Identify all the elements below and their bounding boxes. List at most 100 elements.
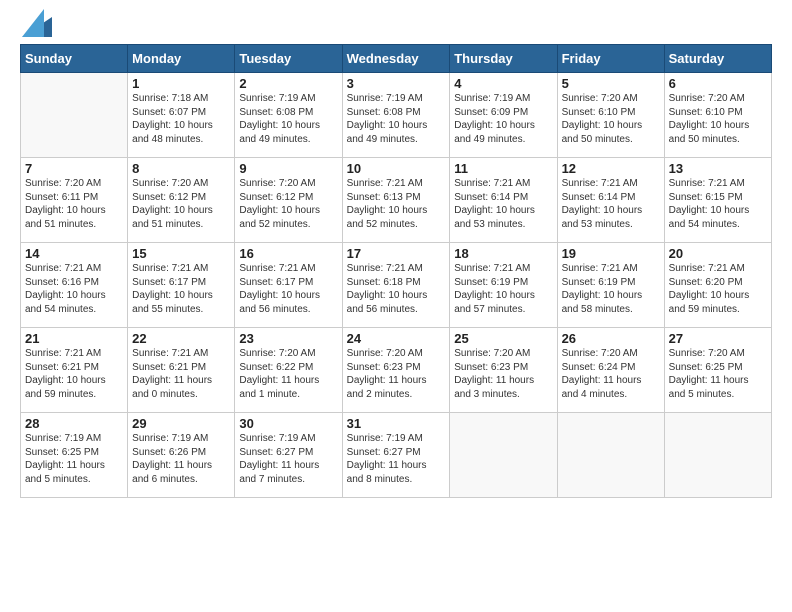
day-number: 30 [239,416,337,431]
calendar-day-13: 13Sunrise: 7:21 AM Sunset: 6:15 PM Dayli… [664,158,771,243]
day-number: 13 [669,161,767,176]
day-info: Sunrise: 7:20 AM Sunset: 6:22 PM Dayligh… [239,347,337,401]
day-number: 9 [239,161,337,176]
calendar-day-29: 29Sunrise: 7:19 AM Sunset: 6:26 PM Dayli… [128,413,235,498]
day-info: Sunrise: 7:21 AM Sunset: 6:19 PM Dayligh… [562,262,660,316]
calendar-header-saturday: Saturday [664,45,771,73]
calendar-day-19: 19Sunrise: 7:21 AM Sunset: 6:19 PM Dayli… [557,243,664,328]
calendar-day-17: 17Sunrise: 7:21 AM Sunset: 6:18 PM Dayli… [342,243,450,328]
calendar-day-9: 9Sunrise: 7:20 AM Sunset: 6:12 PM Daylig… [235,158,342,243]
calendar-day-6: 6Sunrise: 7:20 AM Sunset: 6:10 PM Daylig… [664,73,771,158]
calendar-header-wednesday: Wednesday [342,45,450,73]
day-info: Sunrise: 7:21 AM Sunset: 6:17 PM Dayligh… [132,262,230,316]
calendar-day-31: 31Sunrise: 7:19 AM Sunset: 6:27 PM Dayli… [342,413,450,498]
calendar-week-2: 7Sunrise: 7:20 AM Sunset: 6:11 PM Daylig… [21,158,772,243]
calendar-header-friday: Friday [557,45,664,73]
logo-icon [22,9,52,37]
day-number: 3 [347,76,446,91]
calendar-day-12: 12Sunrise: 7:21 AM Sunset: 6:14 PM Dayli… [557,158,664,243]
calendar-day-14: 14Sunrise: 7:21 AM Sunset: 6:16 PM Dayli… [21,243,128,328]
calendar-day-empty [557,413,664,498]
calendar-day-18: 18Sunrise: 7:21 AM Sunset: 6:19 PM Dayli… [450,243,557,328]
header [20,16,772,38]
calendar-header-thursday: Thursday [450,45,557,73]
day-number: 15 [132,246,230,261]
day-info: Sunrise: 7:21 AM Sunset: 6:20 PM Dayligh… [669,262,767,316]
calendar-header-row: SundayMondayTuesdayWednesdayThursdayFrid… [21,45,772,73]
calendar-day-5: 5Sunrise: 7:20 AM Sunset: 6:10 PM Daylig… [557,73,664,158]
day-info: Sunrise: 7:20 AM Sunset: 6:12 PM Dayligh… [239,177,337,231]
day-info: Sunrise: 7:19 AM Sunset: 6:08 PM Dayligh… [239,92,337,146]
calendar-header-monday: Monday [128,45,235,73]
day-number: 25 [454,331,552,346]
day-info: Sunrise: 7:19 AM Sunset: 6:27 PM Dayligh… [347,432,446,486]
day-info: Sunrise: 7:21 AM Sunset: 6:17 PM Dayligh… [239,262,337,316]
day-info: Sunrise: 7:19 AM Sunset: 6:27 PM Dayligh… [239,432,337,486]
day-number: 26 [562,331,660,346]
calendar-day-1: 1Sunrise: 7:18 AM Sunset: 6:07 PM Daylig… [128,73,235,158]
day-number: 14 [25,246,123,261]
calendar-day-24: 24Sunrise: 7:20 AM Sunset: 6:23 PM Dayli… [342,328,450,413]
calendar-day-10: 10Sunrise: 7:21 AM Sunset: 6:13 PM Dayli… [342,158,450,243]
calendar-header-tuesday: Tuesday [235,45,342,73]
day-number: 23 [239,331,337,346]
calendar-day-27: 27Sunrise: 7:20 AM Sunset: 6:25 PM Dayli… [664,328,771,413]
day-number: 4 [454,76,552,91]
day-info: Sunrise: 7:20 AM Sunset: 6:11 PM Dayligh… [25,177,123,231]
day-number: 5 [562,76,660,91]
day-info: Sunrise: 7:20 AM Sunset: 6:10 PM Dayligh… [562,92,660,146]
day-number: 8 [132,161,230,176]
calendar-day-23: 23Sunrise: 7:20 AM Sunset: 6:22 PM Dayli… [235,328,342,413]
day-number: 12 [562,161,660,176]
day-number: 21 [25,331,123,346]
day-info: Sunrise: 7:21 AM Sunset: 6:13 PM Dayligh… [347,177,446,231]
calendar-day-26: 26Sunrise: 7:20 AM Sunset: 6:24 PM Dayli… [557,328,664,413]
day-info: Sunrise: 7:20 AM Sunset: 6:24 PM Dayligh… [562,347,660,401]
day-number: 29 [132,416,230,431]
calendar-day-30: 30Sunrise: 7:19 AM Sunset: 6:27 PM Dayli… [235,413,342,498]
day-number: 6 [669,76,767,91]
day-info: Sunrise: 7:21 AM Sunset: 6:14 PM Dayligh… [454,177,552,231]
day-number: 1 [132,76,230,91]
calendar-day-7: 7Sunrise: 7:20 AM Sunset: 6:11 PM Daylig… [21,158,128,243]
day-info: Sunrise: 7:21 AM Sunset: 6:18 PM Dayligh… [347,262,446,316]
day-info: Sunrise: 7:19 AM Sunset: 6:09 PM Dayligh… [454,92,552,146]
calendar-day-15: 15Sunrise: 7:21 AM Sunset: 6:17 PM Dayli… [128,243,235,328]
calendar-week-4: 21Sunrise: 7:21 AM Sunset: 6:21 PM Dayli… [21,328,772,413]
day-info: Sunrise: 7:21 AM Sunset: 6:16 PM Dayligh… [25,262,123,316]
day-info: Sunrise: 7:18 AM Sunset: 6:07 PM Dayligh… [132,92,230,146]
logo [20,16,52,38]
calendar-table: SundayMondayTuesdayWednesdayThursdayFrid… [20,44,772,498]
calendar-day-empty [664,413,771,498]
day-info: Sunrise: 7:21 AM Sunset: 6:15 PM Dayligh… [669,177,767,231]
day-number: 31 [347,416,446,431]
calendar-header-sunday: Sunday [21,45,128,73]
calendar-day-21: 21Sunrise: 7:21 AM Sunset: 6:21 PM Dayli… [21,328,128,413]
calendar-day-2: 2Sunrise: 7:19 AM Sunset: 6:08 PM Daylig… [235,73,342,158]
day-number: 22 [132,331,230,346]
calendar-day-16: 16Sunrise: 7:21 AM Sunset: 6:17 PM Dayli… [235,243,342,328]
day-number: 17 [347,246,446,261]
day-info: Sunrise: 7:19 AM Sunset: 6:08 PM Dayligh… [347,92,446,146]
day-info: Sunrise: 7:21 AM Sunset: 6:19 PM Dayligh… [454,262,552,316]
day-info: Sunrise: 7:21 AM Sunset: 6:14 PM Dayligh… [562,177,660,231]
day-number: 2 [239,76,337,91]
calendar-day-25: 25Sunrise: 7:20 AM Sunset: 6:23 PM Dayli… [450,328,557,413]
day-number: 19 [562,246,660,261]
calendar-day-3: 3Sunrise: 7:19 AM Sunset: 6:08 PM Daylig… [342,73,450,158]
calendar-day-empty [21,73,128,158]
calendar-week-5: 28Sunrise: 7:19 AM Sunset: 6:25 PM Dayli… [21,413,772,498]
day-info: Sunrise: 7:20 AM Sunset: 6:25 PM Dayligh… [669,347,767,401]
day-number: 28 [25,416,123,431]
day-info: Sunrise: 7:20 AM Sunset: 6:10 PM Dayligh… [669,92,767,146]
day-number: 18 [454,246,552,261]
calendar-page: SundayMondayTuesdayWednesdayThursdayFrid… [0,0,792,612]
day-number: 20 [669,246,767,261]
calendar-day-11: 11Sunrise: 7:21 AM Sunset: 6:14 PM Dayli… [450,158,557,243]
calendar-day-4: 4Sunrise: 7:19 AM Sunset: 6:09 PM Daylig… [450,73,557,158]
calendar-day-20: 20Sunrise: 7:21 AM Sunset: 6:20 PM Dayli… [664,243,771,328]
day-info: Sunrise: 7:19 AM Sunset: 6:25 PM Dayligh… [25,432,123,486]
calendar-week-1: 1Sunrise: 7:18 AM Sunset: 6:07 PM Daylig… [21,73,772,158]
day-number: 16 [239,246,337,261]
day-number: 11 [454,161,552,176]
